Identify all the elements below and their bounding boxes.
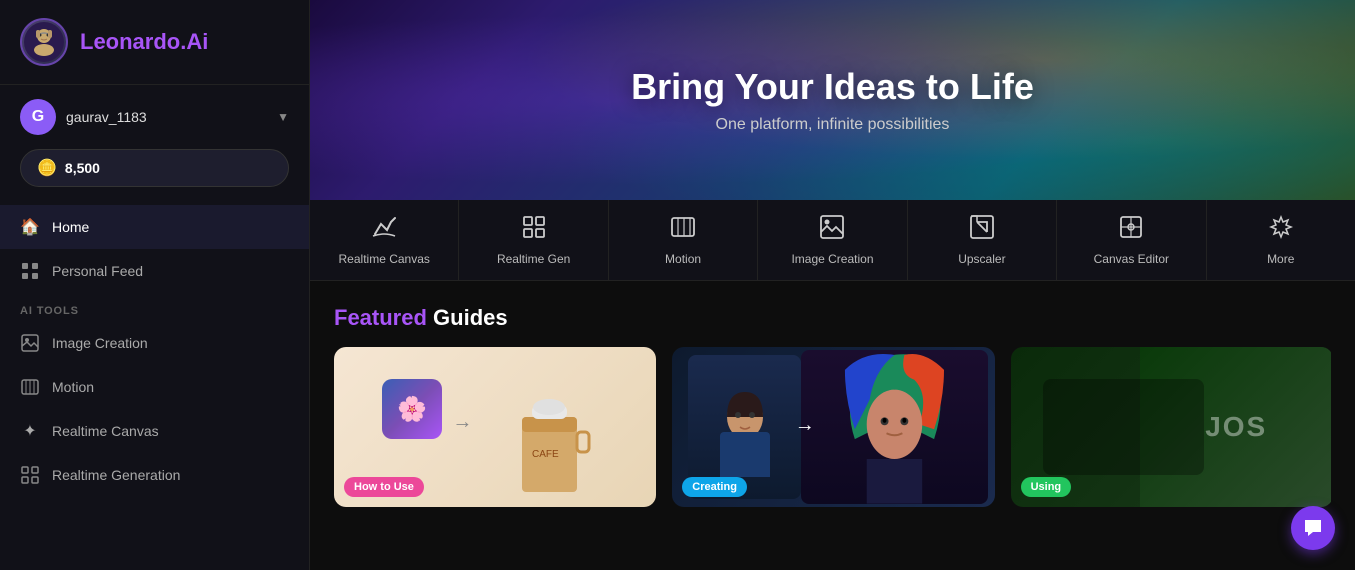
realtime-gen-icon [20,465,40,485]
featured-title: Featured Guides [334,305,1331,331]
motion-nav-label: Motion [665,252,701,266]
more-nav-icon [1268,214,1294,246]
user-profile[interactable]: G gaurav_1183 ▼ [0,85,309,149]
motion-icon [20,377,40,397]
guide-card-1[interactable]: 🌸 → CAFE How [334,347,656,507]
sidebar-item-home[interactable]: 🏠 Home [0,205,309,249]
sidebar-item-motion-label: Motion [52,379,94,395]
home-icon: 🏠 [20,217,40,237]
svg-text:CAFE: CAFE [532,449,559,460]
image-creation-nav-label: Image Creation [791,252,873,266]
realtime-canvas-icon: ✦ [20,421,40,441]
logo-avatar [20,18,68,66]
tool-nav-upscaler[interactable]: Upscaler [908,200,1057,280]
chevron-down-icon: ▼ [277,110,289,124]
upscaler-nav-icon [969,214,995,246]
ai-tools-label: AI Tools [0,293,309,321]
sidebar-item-feed-label: Personal Feed [52,263,143,279]
card-2-label: Creating [682,477,747,497]
username: gaurav_1183 [66,109,267,125]
guides-grid: 🌸 → CAFE How [334,347,1331,507]
card-image-placeholder [1043,379,1204,475]
logo-area[interactable]: Leonardo.Ai [0,0,309,85]
sidebar-item-image-label: Image Creation [52,335,148,351]
chat-icon [1302,517,1324,539]
guide-card-2[interactable]: → [672,347,994,507]
guide-card-3[interactable]: JOS Using [1011,347,1331,507]
tool-nav-realtime-gen[interactable]: Realtime Gen [459,200,608,280]
main-content: Bring Your Ideas to Life One platform, i… [310,0,1355,570]
hero-subtitle: One platform, infinite possibilities [716,116,950,134]
realtime-gen-nav-icon [521,214,547,246]
sidebar-nav: 🏠 Home Personal Feed AI Tools [0,197,309,505]
featured-highlight: Featured [334,305,427,330]
sidebar-item-image-creation[interactable]: Image Creation [0,321,309,365]
sidebar-item-realtime-gen[interactable]: Realtime Generation [0,453,309,497]
credits-icon: 🪙 [37,158,57,178]
card-3-label: Using [1021,477,1072,497]
tool-nav-motion[interactable]: Motion [609,200,758,280]
user-avatar: G [20,99,56,135]
coffee-cup: CAFE [512,397,592,507]
canvas-editor-nav-icon [1118,214,1144,246]
after-face [801,350,988,504]
tool-navigation: Realtime Canvas Realtime Gen [310,200,1355,281]
image-creation-icon [20,333,40,353]
hero-title: Bring Your Ideas to Life [631,66,1034,108]
tool-nav-more[interactable]: More [1207,200,1355,280]
featured-section: Featured Guides 🌸 → [310,281,1355,523]
logo-name: Leonardo [80,29,180,54]
realtime-gen-nav-label: Realtime Gen [497,252,570,266]
upscaler-nav-label: Upscaler [958,252,1005,266]
canvas-editor-nav-label: Canvas Editor [1094,252,1169,266]
logo-accent: .Ai [180,29,208,54]
more-nav-label: More [1267,252,1294,266]
sidebar-item-canvas-label: Realtime Canvas [52,423,159,439]
realtime-canvas-nav-icon [371,214,397,246]
sidebar-item-realtime-label: Realtime Generation [52,467,180,483]
logo-text: Leonardo.Ai [80,29,208,55]
tool-nav-realtime-canvas[interactable]: Realtime Canvas [310,200,459,280]
floral-pattern: 🌸 [382,379,442,439]
realtime-canvas-nav-label: Realtime Canvas [339,252,430,266]
image-creation-nav-icon [819,214,845,246]
card-1-label: How to Use [344,477,424,497]
tool-nav-image-creation[interactable]: Image Creation [758,200,907,280]
hero-banner: Bring Your Ideas to Life One platform, i… [310,0,1355,200]
before-after-arrow: → [795,414,815,437]
sidebar-item-realtime-canvas[interactable]: ✦ Realtime Canvas [0,409,309,453]
credits-value: 8,500 [65,160,100,176]
sidebar: Leonardo.Ai G gaurav_1183 ▼ 🪙 8,500 🏠 Ho… [0,0,310,570]
tool-nav-canvas-editor[interactable]: Canvas Editor [1057,200,1206,280]
featured-rest: Guides [427,305,508,330]
feed-icon [20,261,40,281]
sidebar-item-motion[interactable]: Motion [0,365,309,409]
sidebar-item-home-label: Home [52,219,89,235]
motion-nav-icon [670,214,696,246]
arrow-icon: → [452,411,472,434]
chat-button[interactable] [1291,506,1335,550]
sidebar-item-personal-feed[interactable]: Personal Feed [0,249,309,293]
credits-badge[interactable]: 🪙 8,500 [20,149,289,187]
